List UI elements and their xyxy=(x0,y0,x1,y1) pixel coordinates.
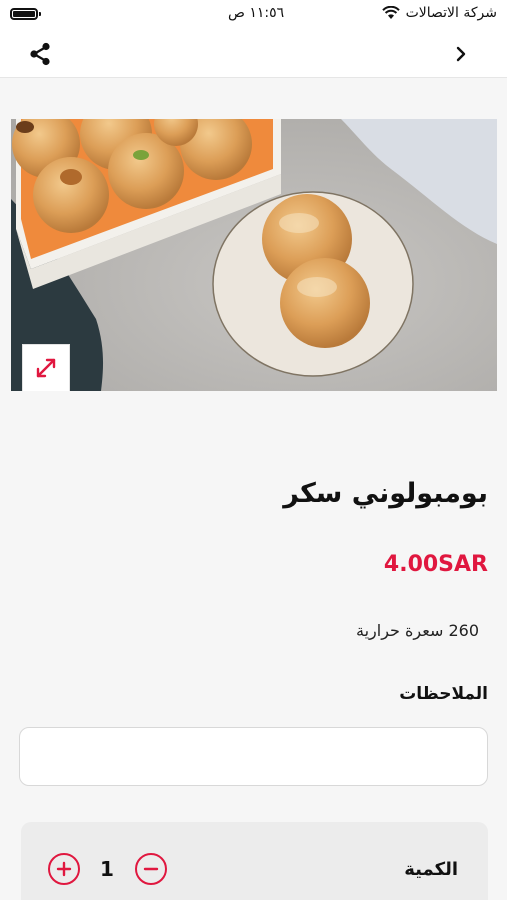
share-button[interactable] xyxy=(26,40,54,68)
product-price: 4.00SAR xyxy=(383,552,488,577)
product-image[interactable] xyxy=(11,119,497,391)
top-navigation xyxy=(0,30,507,78)
decrease-quantity-button[interactable] xyxy=(135,853,167,885)
product-calories: 260 سعرة حرارية xyxy=(356,621,479,640)
carrier-name: شركة الاتصالات xyxy=(405,5,497,21)
status-time: ١١:٥٦ ص xyxy=(228,5,285,21)
back-button[interactable] xyxy=(449,42,473,66)
quantity-selector: الكمية 1 xyxy=(21,822,488,900)
chevron-right-icon xyxy=(456,46,466,62)
carrier-info: شركة الاتصالات xyxy=(381,5,497,21)
notes-label: الملاحظات xyxy=(399,684,488,704)
battery-icon xyxy=(10,8,41,20)
plus-circle-icon xyxy=(56,861,72,877)
quantity-label: الكمية xyxy=(404,859,458,880)
expand-image-button[interactable] xyxy=(22,344,70,391)
notes-input[interactable] xyxy=(19,727,488,786)
quantity-value: 1 xyxy=(100,857,114,881)
minus-circle-icon xyxy=(143,867,159,871)
product-name: بومبولوني سكر xyxy=(283,478,488,509)
product-photo xyxy=(11,119,497,391)
increase-quantity-button[interactable] xyxy=(48,853,80,885)
status-bar: شركة الاتصالات ١١:٥٦ ص xyxy=(0,0,507,30)
wifi-icon xyxy=(381,6,400,19)
share-icon xyxy=(30,42,50,66)
expand-icon xyxy=(36,358,56,378)
